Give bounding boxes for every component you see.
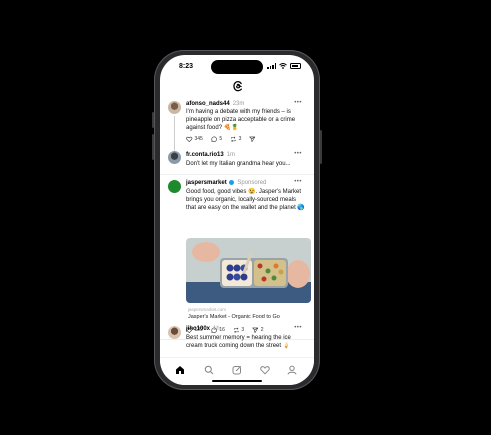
bottom-tab-bar (160, 357, 314, 385)
avatar[interactable] (168, 101, 181, 114)
post-username[interactable]: jaspersmarket Sponsored (186, 180, 266, 186)
compose-icon[interactable] (232, 365, 242, 375)
reply-button[interactable]: 5 (211, 136, 222, 143)
signal-icon (267, 63, 276, 69)
post-username[interactable]: jiho100x 1h (186, 326, 220, 332)
share-button[interactable] (249, 136, 256, 143)
home-icon[interactable] (175, 365, 185, 375)
post-time: 1h (213, 326, 220, 332)
side-button-left (152, 112, 154, 128)
repost-count: 3 (241, 327, 245, 334)
link-domain: jaspersmarket.com (188, 307, 227, 312)
share-button[interactable]: 2 (252, 327, 263, 334)
phone-frame: 8:23 afonso_nads44 2 3m ••• I'm having a … (152, 50, 322, 390)
threads-logo-icon[interactable] (231, 79, 245, 93)
post-username[interactable]: afonso_nads44 23m (186, 101, 244, 107)
share-count: 2 (260, 327, 264, 334)
dynamic-island (211, 60, 263, 74)
more-options-icon[interactable]: ••• (294, 100, 302, 106)
link-title[interactable]: Jasper's Market - Organic Food to Go (188, 314, 280, 320)
like-count: 345 (194, 136, 203, 143)
post-time: 1m (226, 152, 236, 158)
side-button-right (320, 130, 322, 164)
status-bar: 8:23 (160, 55, 314, 77)
avatar[interactable] (168, 151, 181, 164)
heart-icon (186, 136, 193, 143)
post-actions: 345 5 3 (186, 136, 256, 143)
post-text: Don't let my Italian grandma hear you... (186, 161, 291, 167)
ad-image[interactable] (186, 238, 311, 303)
wifi-icon (279, 63, 287, 69)
send-icon (249, 136, 256, 143)
battery-icon (290, 63, 301, 69)
post-time: 23m (232, 101, 245, 107)
more-options-icon[interactable]: ••• (294, 179, 302, 185)
repost-button[interactable]: 3 (233, 327, 244, 334)
more-options-icon[interactable]: ••• (294, 325, 302, 331)
username-label[interactable]: jaspersmarket (186, 180, 227, 186)
like-button[interactable]: 345 (186, 136, 203, 143)
avatar[interactable] (168, 180, 181, 193)
post-text: Best summer memory = hearing the ice cre… (186, 335, 291, 349)
send-icon (252, 327, 259, 334)
repost-button[interactable]: 3 (230, 136, 241, 143)
thread-connector-line (174, 116, 175, 156)
post-text: I'm having a debate with my friends – is… (186, 109, 296, 131)
status-time: 8:23 (179, 63, 194, 70)
status-icons (267, 63, 301, 69)
comment-icon (211, 136, 217, 142)
sponsored-label: Sponsored (237, 180, 267, 187)
verified-badge-icon (229, 180, 235, 185)
username-label[interactable]: afonso_nads44 (186, 101, 230, 107)
divider (160, 174, 314, 175)
username-label[interactable]: jiho100x (186, 326, 210, 332)
reply-count: 16 (219, 327, 225, 334)
profile-icon[interactable] (287, 365, 297, 375)
username-label[interactable]: fr.conta.rio13 (186, 152, 224, 158)
heart-icon[interactable] (260, 365, 270, 375)
repost-icon (233, 327, 239, 333)
reply-count: 5 (219, 136, 223, 143)
more-options-icon[interactable]: ••• (294, 151, 302, 157)
repost-icon (231, 136, 236, 142)
search-icon[interactable] (204, 365, 214, 375)
side-button-left-2 (152, 134, 154, 160)
avatar[interactable] (168, 326, 181, 339)
post-username[interactable]: fr.conta.rio13 1m (186, 152, 235, 158)
screen: 8:23 afonso_nads44 2 3m ••• I'm having a … (160, 55, 314, 385)
repost-count: 3 (238, 136, 242, 143)
home-indicator (212, 380, 262, 382)
post-text: Good food, good vibes 😉. Jasper's Market… (186, 189, 305, 211)
